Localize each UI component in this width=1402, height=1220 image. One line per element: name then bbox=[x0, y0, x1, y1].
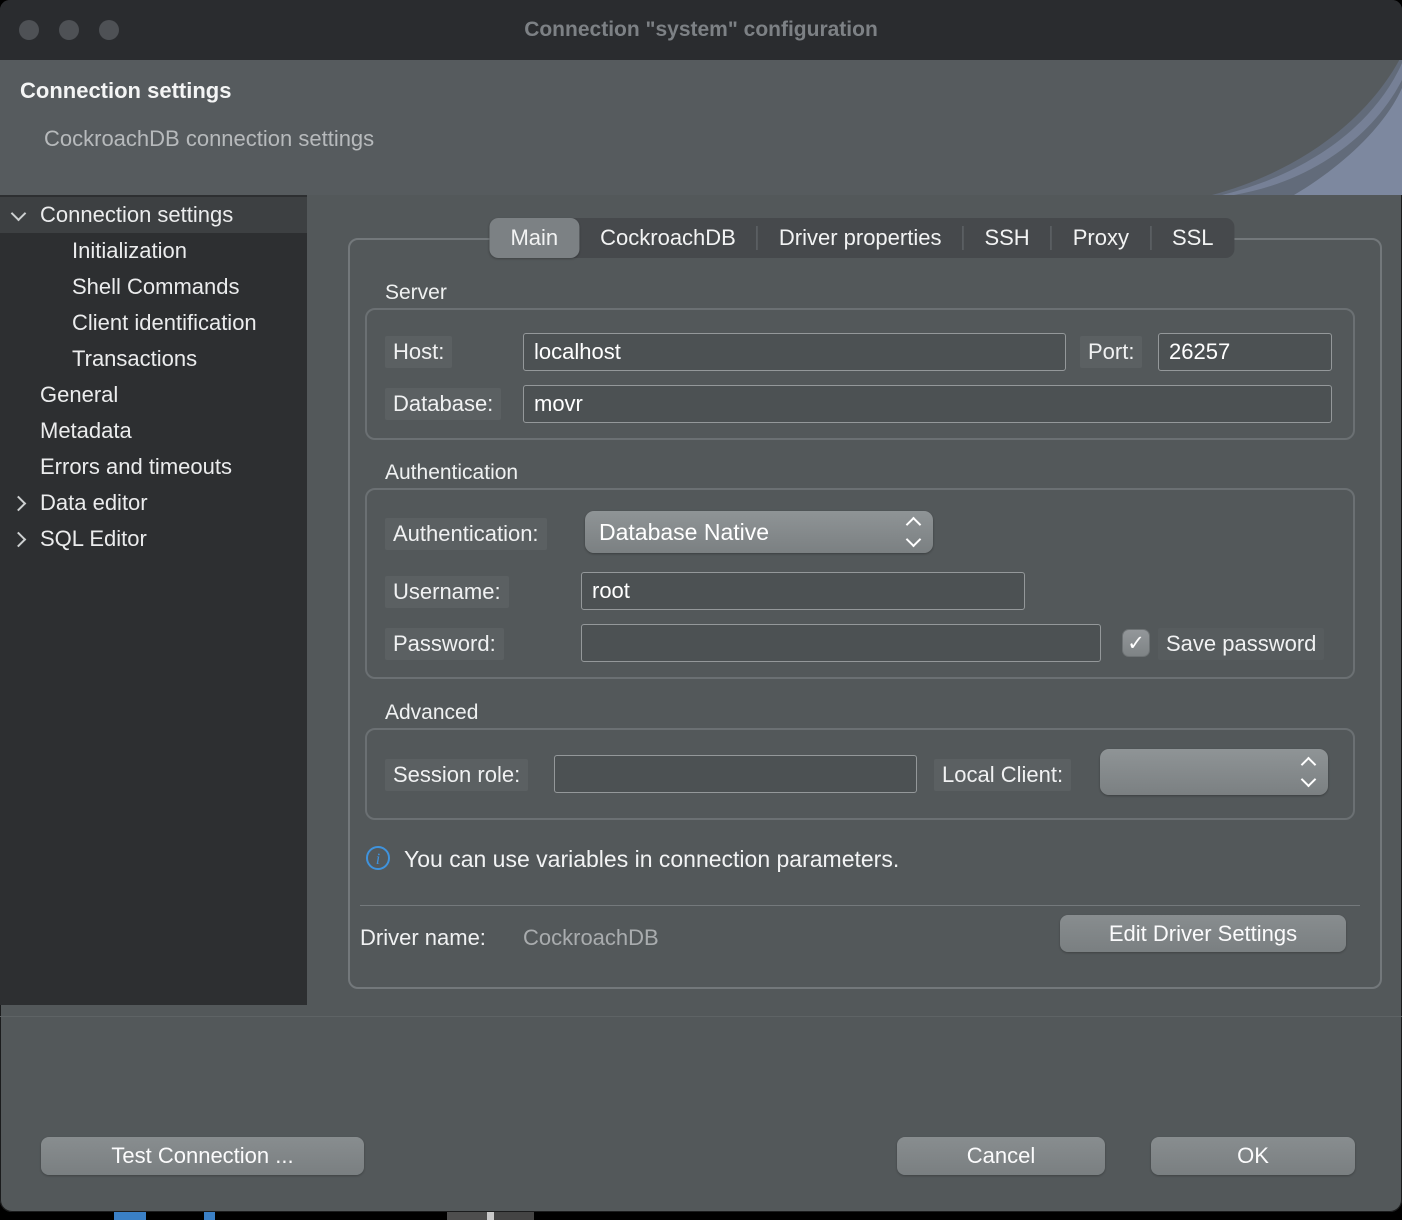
session-role-label: Session role: bbox=[385, 759, 528, 791]
session-role-input[interactable] bbox=[554, 755, 917, 793]
sidebar-item-general[interactable]: General bbox=[0, 377, 307, 413]
sidebar-item-initialization[interactable]: Initialization bbox=[0, 233, 307, 269]
local-client-select[interactable] bbox=[1100, 749, 1328, 795]
tab-ssh[interactable]: SSH bbox=[963, 218, 1050, 258]
server-section-label: Server bbox=[385, 281, 447, 305]
chevron-down-icon[interactable] bbox=[11, 206, 27, 222]
page-title: Connection settings bbox=[20, 78, 231, 104]
password-input[interactable] bbox=[581, 624, 1101, 662]
driver-divider bbox=[360, 905, 1360, 906]
tab-proxy[interactable]: Proxy bbox=[1052, 218, 1150, 258]
driver-name-label: Driver name: bbox=[360, 925, 486, 951]
tab-ssl[interactable]: SSL bbox=[1151, 218, 1235, 258]
select-arrows-icon bbox=[1303, 759, 1314, 785]
sidebar-item-errors-and-timeouts[interactable]: Errors and timeouts bbox=[0, 449, 307, 485]
connection-configuration-dialog: Connection "system" configuration Connec… bbox=[0, 0, 1402, 1212]
advanced-section-label: Advanced bbox=[385, 701, 478, 725]
sidebar-item-shell-commands[interactable]: Shell Commands bbox=[0, 269, 307, 305]
sidebar-item-metadata[interactable]: Metadata bbox=[0, 413, 307, 449]
username-input[interactable] bbox=[581, 572, 1025, 610]
variables-info-text: You can use variables in connection para… bbox=[404, 846, 899, 873]
tab-bar: Main CockroachDB Driver properties SSH P… bbox=[489, 218, 1234, 258]
title-bar: Connection "system" configuration bbox=[0, 0, 1402, 60]
footer-divider bbox=[0, 1016, 1402, 1017]
tab-cockroachdb[interactable]: CockroachDB bbox=[579, 218, 757, 258]
background-window-fragment bbox=[494, 1212, 534, 1220]
sidebar-item-client-identification[interactable]: Client identification bbox=[0, 305, 307, 341]
local-client-label: Local Client: bbox=[934, 759, 1071, 791]
edit-driver-settings-button[interactable]: Edit Driver Settings bbox=[1060, 915, 1346, 952]
authentication-section-label: Authentication bbox=[385, 461, 518, 485]
database-input[interactable] bbox=[523, 385, 1332, 423]
tab-main[interactable]: Main bbox=[489, 218, 579, 258]
settings-tree: Connection settings Initialization Shell… bbox=[0, 195, 307, 1005]
save-password-label: Save password bbox=[1158, 628, 1324, 660]
authentication-selected-value: Database Native bbox=[599, 519, 900, 546]
background-window-fragment bbox=[204, 1212, 215, 1220]
test-connection-button[interactable]: Test Connection ... bbox=[41, 1137, 364, 1175]
background-window-fragment bbox=[487, 1212, 494, 1220]
save-password-checkbox[interactable]: ✓ bbox=[1122, 629, 1150, 657]
window-title: Connection "system" configuration bbox=[0, 0, 1402, 60]
sidebar-item-transactions[interactable]: Transactions bbox=[0, 341, 307, 377]
port-label: Port: bbox=[1080, 336, 1142, 368]
chevron-right-icon[interactable] bbox=[11, 496, 27, 512]
chevron-right-icon[interactable] bbox=[11, 532, 27, 548]
driver-name-value: CockroachDB bbox=[523, 925, 659, 951]
select-arrows-icon bbox=[908, 519, 919, 545]
dialog-header: Connection settings CockroachDB connecti… bbox=[0, 60, 1402, 195]
database-label: Database: bbox=[385, 388, 501, 420]
sidebar-item-data-editor[interactable]: Data editor bbox=[0, 485, 307, 521]
authentication-select[interactable]: Database Native bbox=[585, 511, 933, 553]
cancel-button[interactable]: Cancel bbox=[897, 1137, 1105, 1175]
sidebar-item-sql-editor[interactable]: SQL Editor bbox=[0, 521, 307, 557]
decorative-swoosh bbox=[1072, 60, 1402, 195]
tab-driver-properties[interactable]: Driver properties bbox=[758, 218, 963, 258]
password-label: Password: bbox=[385, 628, 504, 660]
host-input[interactable] bbox=[523, 333, 1066, 371]
ok-button[interactable]: OK bbox=[1151, 1137, 1355, 1175]
background-window-fragment bbox=[447, 1212, 487, 1220]
page-subtitle: CockroachDB connection settings bbox=[44, 126, 374, 152]
host-label: Host: bbox=[385, 336, 452, 368]
username-label: Username: bbox=[385, 576, 509, 608]
authentication-label: Authentication: bbox=[385, 518, 547, 550]
sidebar-item-connection-settings[interactable]: Connection settings bbox=[0, 197, 307, 233]
info-icon: i bbox=[366, 846, 390, 870]
background-window-fragment bbox=[114, 1212, 146, 1220]
port-input[interactable] bbox=[1158, 333, 1332, 371]
